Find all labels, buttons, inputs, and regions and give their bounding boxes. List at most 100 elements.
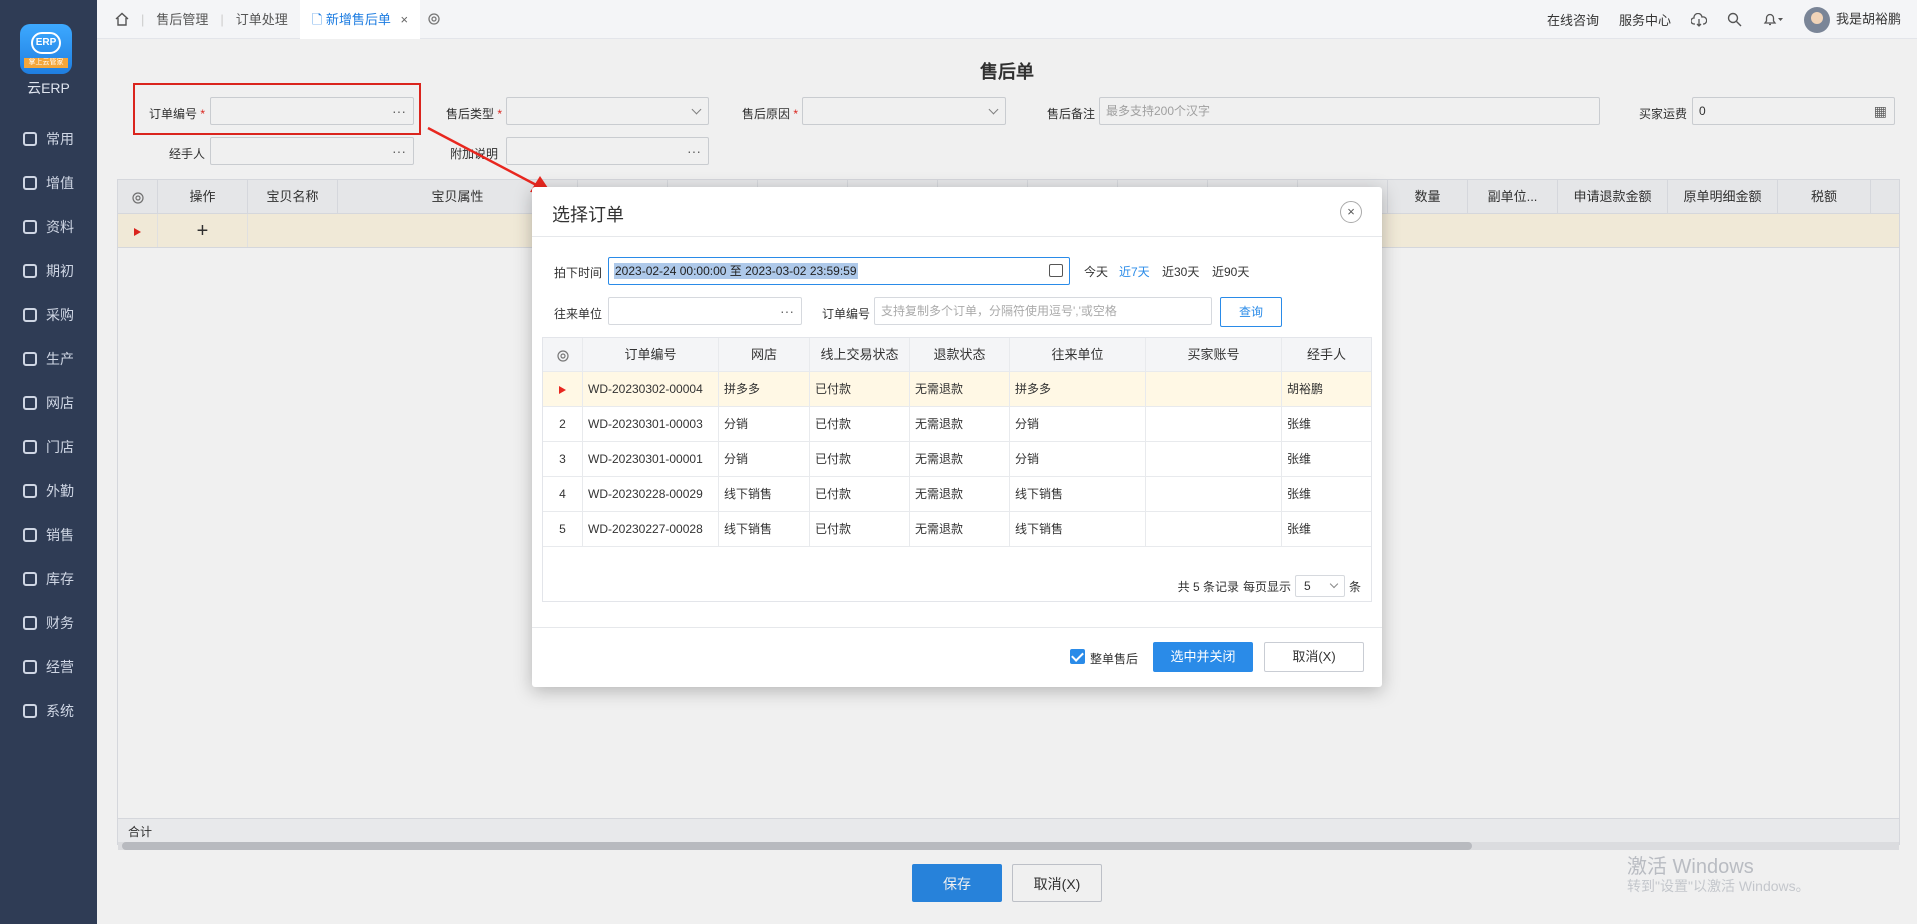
whole-order-label: 整单售后 (1090, 652, 1139, 666)
cell-shop: 分销 (719, 442, 810, 476)
sidebar-item-11[interactable]: 财务 (0, 601, 97, 645)
quick-today[interactable]: 今天 (1084, 263, 1108, 280)
shop-icon (23, 440, 37, 454)
cell-partner: 分销 (1010, 407, 1146, 441)
col-handler[interactable]: 经手人 (1282, 338, 1371, 371)
cell-order: WD-20230228-00029 (583, 477, 719, 511)
order-no-search-input[interactable]: 支持复制多个订单，分隔符使用逗号','或空格 (874, 297, 1212, 325)
table-body: WD-20230302-00004 拼多多 已付款 无需退款 拼多多 胡裕鹏 2 WD-202… (543, 372, 1371, 547)
table-row[interactable]: 4 WD-20230228-00029 线下销售 已付款 无需退款 线下销售 张维 (543, 477, 1371, 512)
current-row-icon (559, 385, 566, 394)
table-row[interactable]: 3 WD-20230301-00001 分销 已付款 无需退款 分销 张维 (543, 442, 1371, 477)
cell-handler: 张维 (1287, 522, 1312, 536)
sidebar-item-10[interactable]: 库存 (0, 557, 97, 601)
quick-90days[interactable]: 近90天 (1212, 263, 1249, 280)
sidebar-item-9[interactable]: 销售 (0, 513, 97, 557)
gear-icon (23, 704, 37, 718)
order-no-label: 订单编号 (822, 307, 871, 321)
page-size-select[interactable]: 5 (1294, 575, 1345, 597)
cell-buyer (1146, 442, 1282, 476)
cell-idx: 2 (543, 407, 583, 441)
cell-refund: 无需退款 (910, 372, 1010, 406)
online-consult-link[interactable]: 在线咨询 (1547, 10, 1599, 29)
cell-order: WD-20230301-00003 (583, 407, 719, 441)
column-settings[interactable] (543, 338, 583, 371)
tab-close-icon[interactable]: × (401, 12, 409, 27)
tab-order-processing[interactable]: 订单处理 (224, 0, 300, 39)
sidebar-item-2[interactable]: 资料 (0, 205, 97, 249)
cell-partner: 线下销售 (1010, 477, 1146, 511)
sidebar-item-0[interactable]: 常用 (0, 117, 97, 161)
cell-trade: 已付款 (810, 372, 910, 406)
search-icon[interactable] (1727, 12, 1742, 27)
cell-idx (543, 372, 583, 406)
col-order-no[interactable]: 订单编号 (583, 338, 719, 371)
table-row[interactable]: WD-20230302-00004 拼多多 已付款 无需退款 拼多多 胡裕鹏 (543, 372, 1371, 407)
divider (532, 627, 1382, 628)
divider (532, 236, 1382, 237)
tab-after-sales-mgmt[interactable]: 售后管理 (144, 0, 220, 39)
user-menu[interactable]: 我是胡裕鹏 (1803, 6, 1901, 33)
logo-band: 掌上云管家 (24, 58, 68, 68)
query-button[interactable]: 查询 (1220, 297, 1282, 327)
tab-new-after-sales[interactable]: 🗋 新增售后单 × (299, 0, 421, 39)
sidebar-item-label: 门店 (46, 439, 74, 455)
cell-idx: 4 (543, 477, 583, 511)
whole-order-checkbox[interactable] (1070, 649, 1085, 664)
cloud-download-icon[interactable] (1690, 12, 1707, 27)
col-buyer-account[interactable]: 买家账号 (1146, 338, 1282, 371)
col-partner[interactable]: 往来单位 (1010, 338, 1146, 371)
cell-buyer (1146, 407, 1282, 441)
gear-icon[interactable] (556, 349, 570, 363)
sidebar-item-5[interactable]: 生产 (0, 337, 97, 381)
sidebar-item-7[interactable]: 门店 (0, 425, 97, 469)
service-center-link[interactable]: 服务中心 (1619, 10, 1671, 29)
sidebar-item-label: 外勤 (46, 483, 74, 499)
table-row[interactable]: 2 WD-20230301-00003 分销 已付款 无需退款 分销 张维 (543, 407, 1371, 442)
sidebar-item-label: 销售 (46, 527, 74, 543)
col-shop[interactable]: 网店 (719, 338, 810, 371)
table-row[interactable]: 5 WD-20230227-00028 线下销售 已付款 无需退款 线下销售 张维 (543, 512, 1371, 547)
bell-icon[interactable] (1762, 12, 1784, 27)
calendar-icon[interactable] (1049, 264, 1063, 277)
cell-refund: 无需退款 (910, 512, 1010, 546)
dialog-title: 选择订单 (552, 205, 624, 225)
quick-30days[interactable]: 近30天 (1162, 263, 1199, 280)
warehouse-icon (23, 572, 37, 586)
close-icon[interactable]: × (1340, 201, 1362, 223)
more-icon[interactable]: ··· (780, 298, 794, 324)
col-trade-status[interactable]: 线上交易状态 (810, 338, 910, 371)
quick-7days[interactable]: 近7天 (1119, 263, 1150, 280)
cell-refund: 无需退款 (910, 407, 1010, 441)
gear-icon[interactable] (426, 11, 442, 27)
sidebar-item-13[interactable]: 系统 (0, 689, 97, 733)
cell-partner: 线下销售 (1010, 512, 1146, 546)
sidebar-item-3[interactable]: 期初 (0, 249, 97, 293)
watermark-subtitle: 转到"设置"以激活 Windows。 (1627, 878, 1810, 894)
date-range-input[interactable]: 2023-02-24 00:00:00 至 2023-03-02 23:59:5… (608, 257, 1070, 285)
pager-unit: 条 (1348, 579, 1361, 594)
sidebar-item-label: 财务 (46, 615, 74, 631)
sidebar-item-4[interactable]: 采购 (0, 293, 97, 337)
sidebar-item-12[interactable]: 经营 (0, 645, 97, 689)
store-icon (23, 396, 37, 410)
cell-buyer (1146, 372, 1282, 406)
sidebar-item-6[interactable]: 网店 (0, 381, 97, 425)
col-refund-status[interactable]: 退款状态 (910, 338, 1010, 371)
dialog-cancel-button[interactable]: 取消(X) (1264, 642, 1364, 672)
cell-partner: 拼多多 (1010, 372, 1146, 406)
cell-shop: 线下销售 (719, 512, 810, 546)
cell-trade: 已付款 (810, 407, 910, 441)
app-logo: ERP 掌上云管家 (20, 24, 72, 74)
sidebar-nav: 常用 增值 资料 期初采购生产 网店门店外勤销售库存财务经营 系统 (0, 117, 97, 733)
partner-input[interactable]: ··· (608, 297, 802, 325)
cell-buyer (1146, 477, 1282, 511)
chevron-down-icon (1329, 579, 1339, 589)
document-icon: 🗋 (311, 11, 323, 27)
cell-trade: 已付款 (810, 477, 910, 511)
home-icon[interactable] (115, 12, 129, 26)
sidebar-item-1[interactable]: 增值 (0, 161, 97, 205)
sidebar-item-label: 采购 (46, 307, 74, 323)
sidebar-item-8[interactable]: 外勤 (0, 469, 97, 513)
select-and-close-button[interactable]: 选中并关闭 (1153, 642, 1253, 672)
